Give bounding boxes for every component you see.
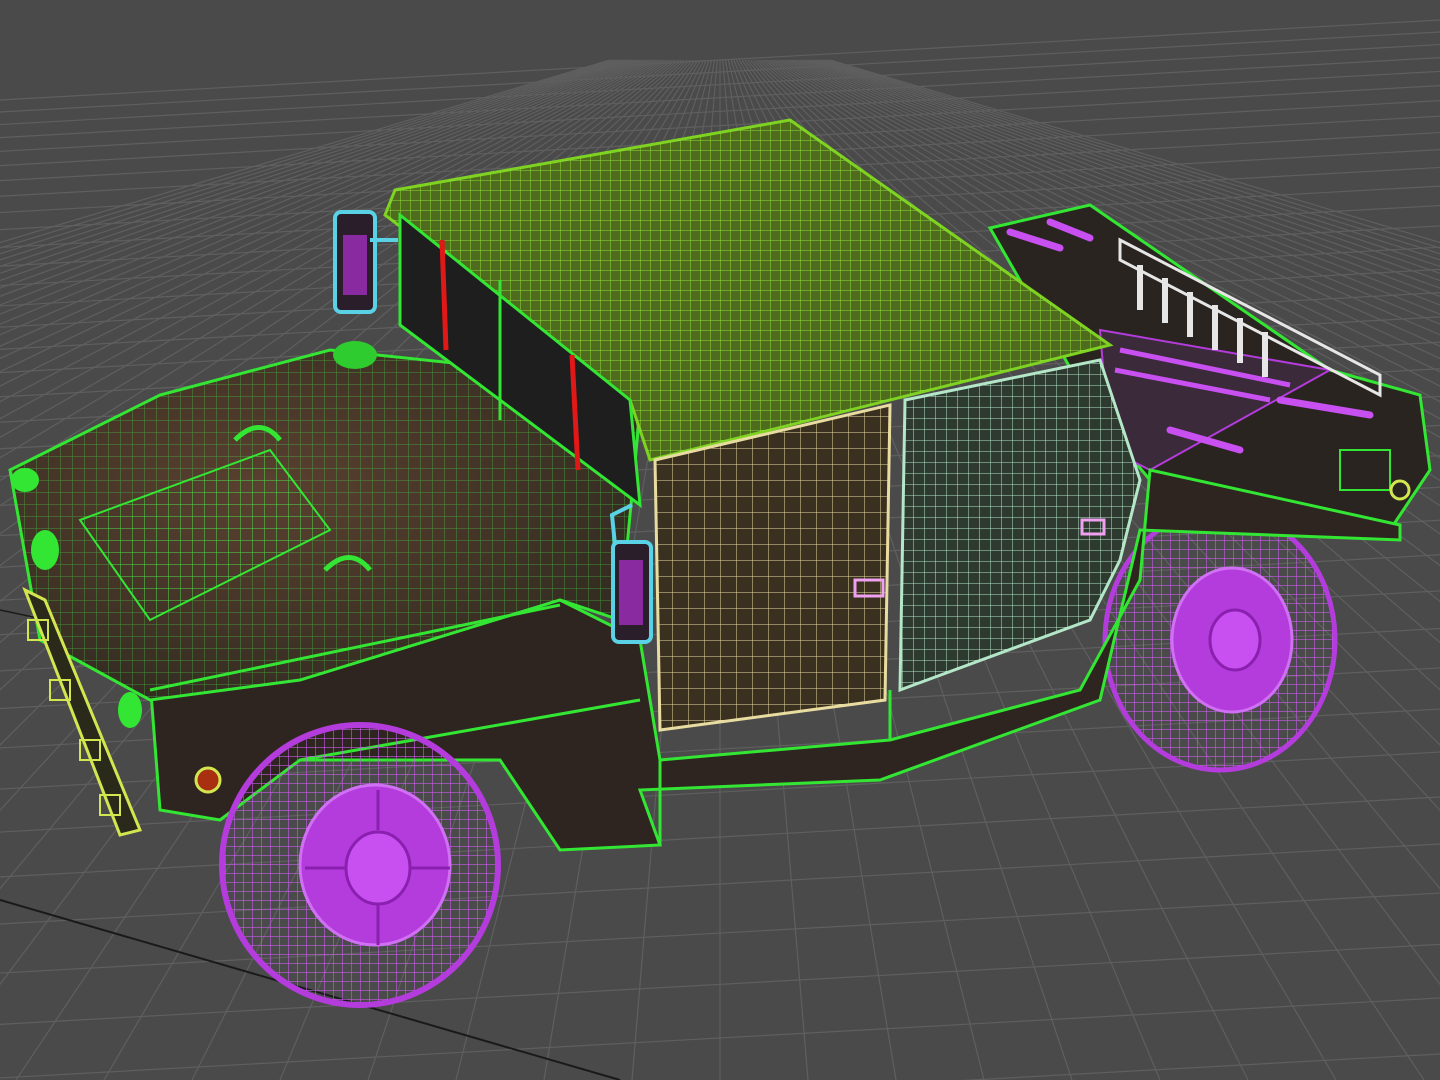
headlight-icon-2 — [118, 692, 142, 728]
3d-viewport[interactable] — [0, 0, 1440, 1080]
viewport-canvas[interactable] — [0, 0, 1440, 1080]
turn-signal-icon — [194, 766, 222, 794]
side-mirror[interactable] — [333, 210, 398, 314]
front-door[interactable] — [653, 403, 892, 732]
front-wheel[interactable] — [219, 722, 501, 1008]
headlight-icon — [31, 530, 59, 570]
